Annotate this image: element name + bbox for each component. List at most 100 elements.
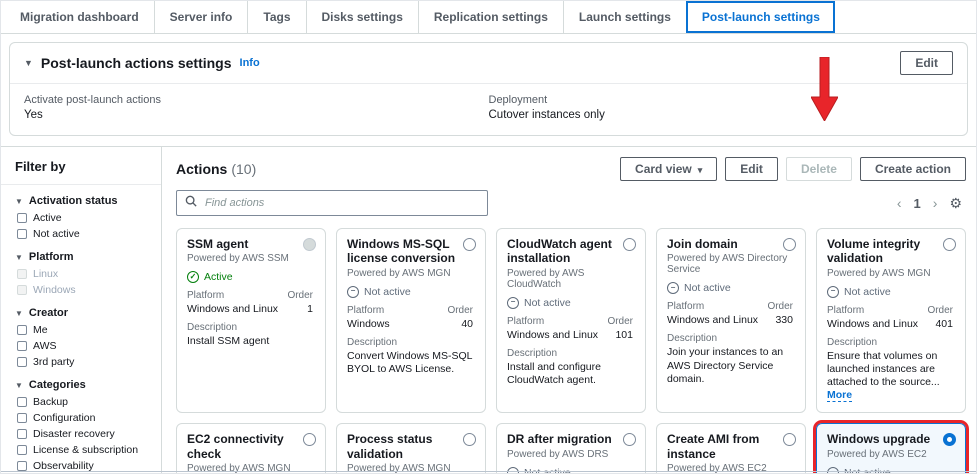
checkbox[interactable] bbox=[17, 429, 27, 439]
checkbox[interactable] bbox=[17, 269, 27, 279]
card-powered-by: Powered by AWS EC2 bbox=[667, 463, 795, 474]
filter-group-header[interactable]: ▼ Platform bbox=[15, 251, 147, 263]
field-value: Yes bbox=[24, 109, 489, 121]
status-icon bbox=[347, 286, 359, 298]
filter-option-me[interactable]: Me bbox=[17, 324, 147, 336]
filter-option-license-subscription[interactable]: License & subscription bbox=[17, 444, 147, 456]
card-powered-by: Powered by AWS MGN bbox=[347, 463, 475, 474]
checkbox[interactable] bbox=[17, 285, 27, 295]
card-radio[interactable] bbox=[463, 238, 476, 251]
filter-group-header[interactable]: ▼ Creator bbox=[15, 307, 147, 319]
action-card-cloudwatch-agent-installation[interactable]: CloudWatch agent installation Powered by… bbox=[496, 228, 646, 413]
prev-page-icon[interactable]: ‹ bbox=[897, 195, 902, 211]
filter-group-header[interactable]: ▼ Categories bbox=[15, 379, 147, 391]
filter-group-categories: ▼ Categories Backup Configuration Disast… bbox=[15, 379, 147, 474]
filter-option-label: Me bbox=[33, 324, 48, 336]
filter-option-label: License & subscription bbox=[33, 444, 138, 456]
tab-label: Disks settings bbox=[322, 10, 403, 24]
tab-tags[interactable]: Tags bbox=[247, 1, 305, 33]
tab-migration-dashboard[interactable]: Migration dashboard bbox=[5, 1, 154, 33]
caret-down-icon: ▼ bbox=[15, 253, 23, 262]
actions-delete-button[interactable]: Delete bbox=[786, 157, 852, 181]
action-card-create-ami-from-instance[interactable]: Create AMI from instance Powered by AWS … bbox=[656, 423, 806, 474]
filter-option-backup[interactable]: Backup bbox=[17, 396, 147, 408]
filter-option-configuration[interactable]: Configuration bbox=[17, 412, 147, 424]
card-powered-by: Powered by AWS MGN bbox=[347, 268, 475, 279]
create-action-button[interactable]: Create action bbox=[860, 157, 966, 181]
search-input[interactable] bbox=[203, 196, 479, 210]
filter-option-not-active[interactable]: Not active bbox=[17, 228, 147, 240]
tab-post-launch-settings[interactable]: Post-launch settings bbox=[686, 1, 835, 33]
checkbox[interactable] bbox=[17, 397, 27, 407]
checkbox[interactable] bbox=[17, 357, 27, 367]
filter-group-label: Categories bbox=[29, 379, 86, 391]
filter-groups: ▼ Activation status Active Not active ▼ … bbox=[1, 185, 161, 474]
card-radio[interactable] bbox=[623, 433, 636, 446]
checkbox[interactable] bbox=[17, 341, 27, 351]
filter-option-windows[interactable]: Windows bbox=[17, 284, 147, 296]
filter-sidebar: Filter by ▼ Activation status Active Not… bbox=[1, 147, 162, 474]
card-view-dropdown[interactable]: Card view▾ bbox=[620, 157, 717, 181]
next-page-icon[interactable]: › bbox=[933, 195, 938, 211]
card-radio[interactable] bbox=[623, 238, 636, 251]
filter-option-linux[interactable]: Linux bbox=[17, 268, 147, 280]
filter-group-label: Platform bbox=[29, 251, 74, 263]
action-card-join-domain[interactable]: Join domain Powered by AWS Directory Ser… bbox=[656, 228, 806, 413]
checkbox[interactable] bbox=[17, 461, 27, 471]
card-radio[interactable] bbox=[943, 238, 956, 251]
tab-launch-settings[interactable]: Launch settings bbox=[563, 1, 686, 33]
tab-disks-settings[interactable]: Disks settings bbox=[306, 1, 418, 33]
action-card-windows-upgrade[interactable]: Windows upgrade Powered by AWS EC2 Not a… bbox=[816, 423, 966, 474]
platform-order-values: Windows and Linux 330 bbox=[667, 314, 795, 326]
action-card-ssm-agent[interactable]: SSM agent Powered by AWS SSM Active Plat… bbox=[176, 228, 326, 413]
checkbox[interactable] bbox=[17, 413, 27, 423]
checkbox[interactable] bbox=[17, 445, 27, 455]
chevron-down-icon: ▾ bbox=[698, 165, 703, 175]
description-text: Ensure that volumes on launched instance… bbox=[827, 350, 955, 403]
tab-label: Tags bbox=[263, 10, 290, 24]
action-card-windows-ms-sql-license-conversion[interactable]: Windows MS-SQL license conversion Powere… bbox=[336, 228, 486, 413]
filter-option-active[interactable]: Active bbox=[17, 212, 147, 224]
card-radio[interactable] bbox=[783, 433, 796, 446]
card-radio[interactable] bbox=[303, 433, 316, 446]
filter-group-header[interactable]: ▼ Activation status bbox=[15, 195, 147, 207]
more-link[interactable]: More bbox=[827, 389, 852, 402]
filter-option-label: Windows bbox=[33, 284, 76, 296]
checkbox[interactable] bbox=[17, 325, 27, 335]
settings-gear-icon[interactable]: ⚙ bbox=[949, 195, 962, 212]
filter-option-disaster-recovery[interactable]: Disaster recovery bbox=[17, 428, 147, 440]
checkbox[interactable] bbox=[17, 229, 27, 239]
filter-option-3rd-party[interactable]: 3rd party bbox=[17, 356, 147, 368]
description-text: Convert Windows MS-SQL BYOL to AWS Licen… bbox=[347, 350, 475, 376]
platform-value: Windows and Linux bbox=[507, 329, 598, 341]
card-radio[interactable] bbox=[303, 238, 316, 251]
description-label: Description bbox=[187, 322, 315, 333]
description-value: Convert Windows MS-SQL BYOL to AWS Licen… bbox=[347, 350, 472, 375]
filter-option-aws[interactable]: AWS bbox=[17, 340, 147, 352]
tab-server-info[interactable]: Server info bbox=[154, 1, 248, 33]
card-title: Windows MS-SQL license conversion bbox=[347, 237, 459, 266]
actions-edit-button[interactable]: Edit bbox=[725, 157, 778, 181]
tab-replication-settings[interactable]: Replication settings bbox=[418, 1, 563, 33]
card-status: Active bbox=[187, 271, 315, 283]
settings-edit-button[interactable]: Edit bbox=[900, 51, 953, 75]
order-label: Order bbox=[447, 305, 473, 316]
caret-down-icon: ▼ bbox=[15, 381, 23, 390]
checkbox[interactable] bbox=[17, 213, 27, 223]
info-link[interactable]: Info bbox=[240, 57, 260, 69]
description-value: Join your instances to an AWS Directory … bbox=[667, 346, 783, 384]
action-card-dr-after-migration[interactable]: DR after migration Powered by AWS DRS No… bbox=[496, 423, 646, 474]
search-box[interactable] bbox=[176, 190, 488, 216]
card-status: Not active bbox=[667, 282, 795, 294]
actions-toolbar: Card view▾ Edit Delete Create action bbox=[620, 157, 966, 181]
tab-label: Replication settings bbox=[434, 10, 548, 24]
card-radio[interactable] bbox=[783, 238, 796, 251]
action-card-process-status-validation[interactable]: Process status validation Powered by AWS… bbox=[336, 423, 486, 474]
action-card-ec2-connectivity-check[interactable]: EC2 connectivity check Powered by AWS MG… bbox=[176, 423, 326, 474]
tab-bar: Migration dashboardServer info Tags Disks … bbox=[1, 1, 976, 34]
page-number[interactable]: 1 bbox=[914, 196, 921, 211]
card-radio[interactable] bbox=[943, 433, 956, 446]
card-radio[interactable] bbox=[463, 433, 476, 446]
action-card-volume-integrity-validation[interactable]: Volume integrity validation Powered by A… bbox=[816, 228, 966, 413]
collapse-caret-icon[interactable]: ▼ bbox=[24, 58, 33, 68]
